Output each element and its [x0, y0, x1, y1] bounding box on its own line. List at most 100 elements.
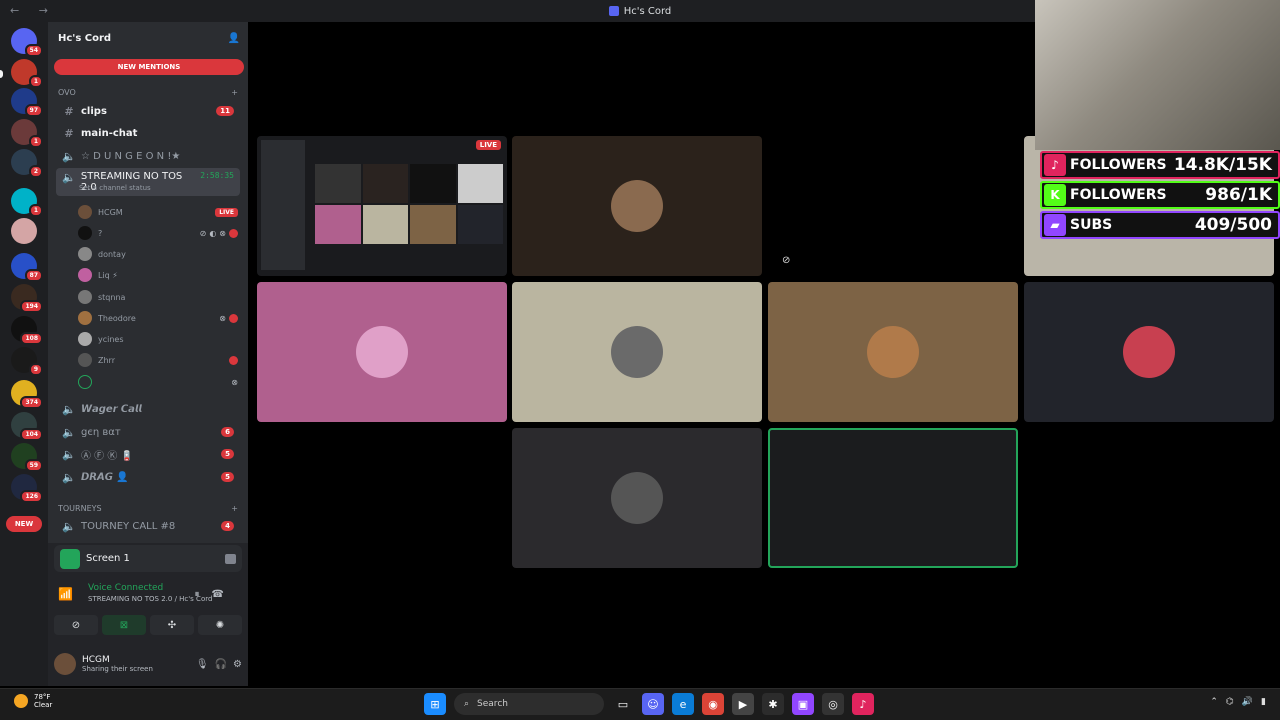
server-icon[interactable]: 194	[11, 284, 43, 313]
obs-icon[interactable]: ◎	[822, 693, 844, 715]
avatar	[611, 180, 663, 232]
screen-share-preview[interactable]: Screen 1	[54, 545, 242, 572]
network-icon[interactable]: ⌬	[1226, 697, 1234, 707]
server-icon[interactable]: 87	[11, 253, 43, 282]
badge: 87	[24, 269, 43, 282]
badge: 374	[20, 396, 43, 409]
server-icon[interactable]: 104	[11, 412, 43, 441]
screen-share-button[interactable]: ⊠	[102, 615, 146, 635]
participant-tile[interactable]	[512, 282, 762, 422]
channel-clips[interactable]: # clips 11	[56, 101, 240, 121]
invite-icon[interactable]: 👤	[228, 33, 240, 44]
soundboard-button[interactable]: ✺	[198, 615, 242, 635]
stream-preview-grid	[315, 164, 503, 244]
stop-stream-icon[interactable]	[225, 553, 236, 564]
participant-tile[interactable]	[257, 282, 507, 422]
channel-status[interactable]: Set a channel status	[79, 184, 151, 192]
server-icon[interactable]: 374	[11, 380, 43, 409]
server-icon[interactable]: 97	[11, 88, 43, 117]
member-count: 5	[221, 472, 234, 482]
voice-user[interactable]: Liq ⚡	[78, 265, 238, 285]
tiktok-app-icon[interactable]: ♪	[852, 693, 874, 715]
new-mentions-banner[interactable]: NEW MENTIONS	[54, 59, 244, 75]
voice-user[interactable]: dontay	[78, 244, 238, 264]
voice-user[interactable]: Zhrr	[78, 350, 238, 370]
gear-icon[interactable]: ⚙	[233, 659, 242, 670]
slack-icon[interactable]: ✱	[762, 693, 784, 715]
headphones-icon[interactable]: 🎧	[215, 659, 227, 670]
twitch-app-icon[interactable]: ▣	[792, 693, 814, 715]
signal-icon[interactable]: 📶	[58, 587, 73, 601]
voice-user-name: dontay	[98, 249, 126, 259]
participant-tile[interactable]	[1024, 282, 1274, 422]
voice-user[interactable]: ycines	[78, 329, 238, 349]
voice-user[interactable]: ? ⊘ ◐ ⊗	[78, 223, 238, 243]
microphone-icon[interactable]: 🎙	[196, 659, 209, 670]
server-list: 54 1 97 1 2 1 87 194 108 9 374 104 59 12…	[0, 22, 48, 686]
back-forward-nav[interactable]: ← →	[10, 4, 56, 17]
voice-channel-dungeon[interactable]: 🔈 ☆ D U N G E O N !★	[56, 146, 240, 166]
server-icon[interactable]: 1	[11, 59, 43, 88]
preview-cell	[362, 205, 408, 244]
voice-user[interactable]: HCGM LIVE	[78, 202, 238, 222]
goal-label: FOLLOWERS	[1070, 157, 1167, 173]
windows-start-icon[interactable]: ⊞	[424, 693, 446, 715]
server-icon[interactable]: 9	[11, 347, 43, 376]
volume-icon[interactable]: 🔊	[1242, 697, 1253, 707]
discord-icon[interactable]: ☺	[642, 693, 664, 715]
goal-label: SUBS	[1070, 217, 1113, 233]
participant-tile[interactable]	[768, 282, 1018, 422]
avatar[interactable]	[54, 653, 76, 675]
add-channel-icon[interactable]: +	[231, 504, 238, 513]
guild-header[interactable]: Hc's Cord 👤	[48, 22, 248, 54]
participant-tile[interactable]: ⊘	[768, 136, 1018, 276]
voice-channel-gen[interactable]: 🔈 ցєη вαт 6	[56, 422, 240, 442]
voice-channel-drag[interactable]: 🔈 𝘿𝙍𝘼𝙂 👤 5	[56, 467, 240, 487]
voice-channel-wager[interactable]: 🔈 𝙒𝙖𝙜𝙚𝙧 𝘾𝙖𝙡𝙡	[56, 399, 240, 419]
camera-toggle-button[interactable]: ⊘	[54, 615, 98, 635]
participant-tile[interactable]	[512, 136, 762, 276]
media-player-icon[interactable]: ▶	[732, 693, 754, 715]
activities-button[interactable]: ✣	[150, 615, 194, 635]
server-icon[interactable]: 108	[11, 316, 43, 345]
chrome-icon[interactable]: ◉	[702, 693, 724, 715]
server-icon[interactable]: 126	[11, 474, 43, 503]
server-icon[interactable]: 1	[11, 188, 43, 217]
stream-tile[interactable]: LIVE	[257, 136, 507, 276]
chevron-up-icon[interactable]: ⌃	[1210, 697, 1218, 707]
voice-user[interactable]: stqnna	[78, 287, 238, 307]
voice-user[interactable]: ⊗	[78, 372, 238, 392]
server-icon[interactable]	[11, 218, 37, 244]
badge: 1	[28, 204, 43, 217]
disconnect-icon[interactable]: ⏸☎	[195, 589, 236, 600]
server-icon[interactable]: 59	[11, 443, 43, 472]
category-ovo[interactable]: OVO +	[58, 88, 238, 97]
server-icon-home[interactable]: 54	[11, 28, 43, 57]
voice-channel-afk[interactable]: 🔈 Ⓐ Ⓕ Ⓚ 🪫 5	[56, 444, 240, 464]
battery-icon[interactable]: ▮	[1261, 697, 1266, 707]
server-icon[interactable]: 1	[11, 119, 43, 148]
server-icon[interactable]: 2	[11, 149, 43, 178]
voice-state-icons: ⊘ ◐ ⊗	[200, 228, 238, 238]
edge-icon[interactable]: e	[672, 693, 694, 715]
add-channel-icon[interactable]: +	[231, 88, 238, 97]
voice-user[interactable]: Theodore ⊗	[78, 308, 238, 328]
new-unreads-pill[interactable]: NEW	[6, 516, 42, 532]
channel-main-chat[interactable]: # main-chat	[56, 123, 240, 143]
avatar	[611, 472, 663, 524]
weather-widget[interactable]: 78°F Clear	[14, 693, 52, 709]
xbox-icon: ⊗	[219, 313, 226, 323]
category-tourneys[interactable]: TOURNEYS +	[58, 504, 238, 513]
screen-label: Screen 1	[86, 553, 130, 564]
category-label: OVO	[58, 88, 76, 97]
voice-channel-tourney[interactable]: 🔈 TOURNEY CALL #8 4	[56, 516, 240, 536]
badge: 1	[28, 135, 43, 148]
avatar	[78, 375, 92, 389]
taskbar-search[interactable]: ⌕ Search	[454, 693, 604, 715]
participant-tile-speaking[interactable]	[768, 428, 1018, 568]
stream-goals-overlay: ♪ FOLLOWERS 14.8K/15K K FOLLOWERS 986/1K…	[1040, 151, 1280, 241]
participant-tile[interactable]	[512, 428, 762, 568]
preview-cell	[410, 164, 456, 203]
voice-channel-streaming[interactable]: 🔈 STREAMING NO TOS 2.0 2:58:35 Set a cha…	[56, 168, 240, 196]
task-view-icon[interactable]: ▭	[612, 693, 634, 715]
